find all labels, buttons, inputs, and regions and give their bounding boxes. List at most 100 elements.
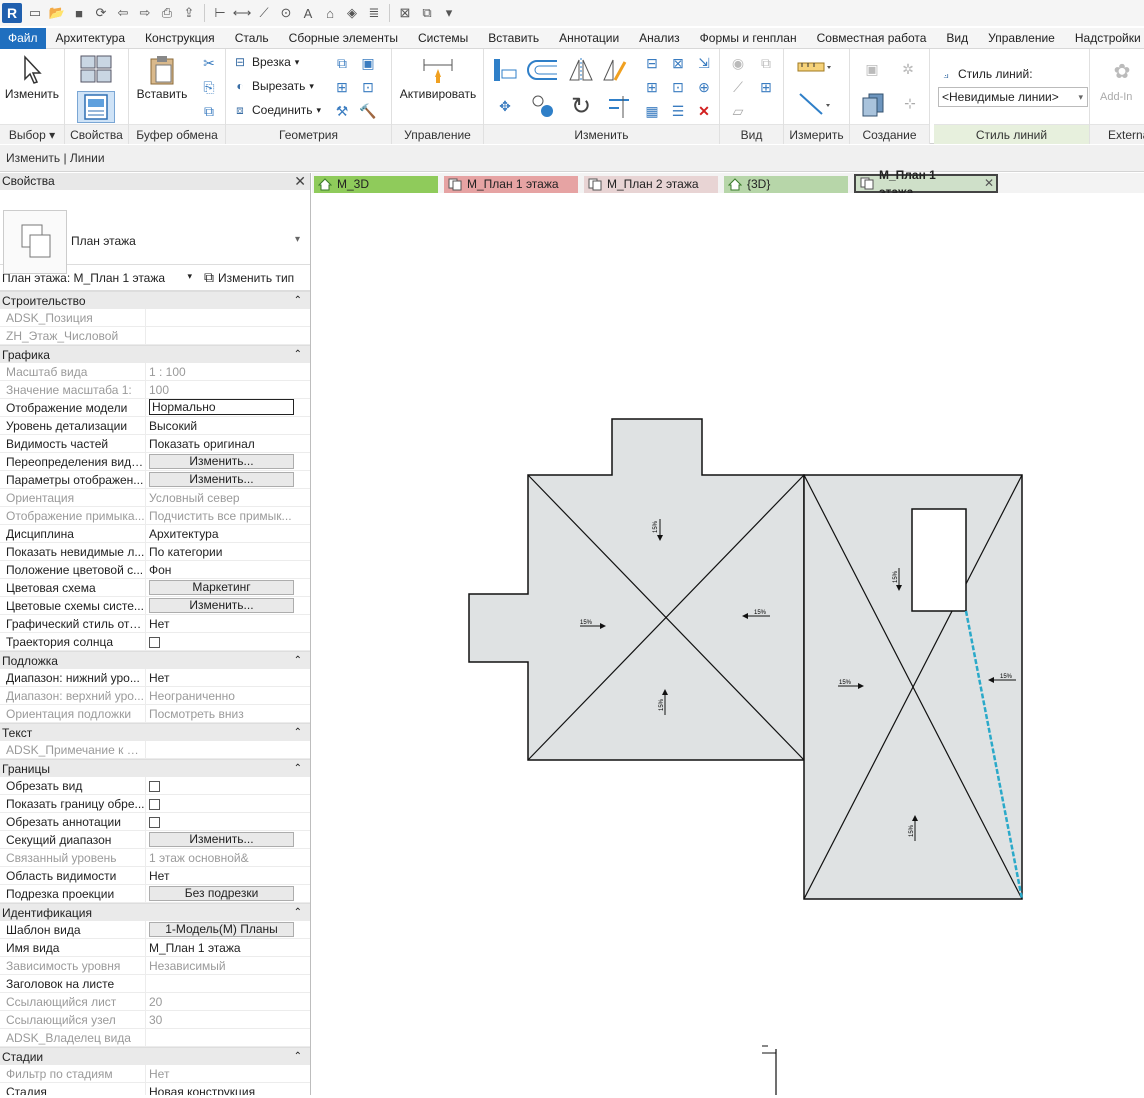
- open-icon[interactable]: ▭: [26, 4, 44, 22]
- line-style-dropdown[interactable]: <Невидимые линии> ▾: [938, 87, 1088, 107]
- property-group-header[interactable]: Строительство ⌃: [0, 291, 310, 309]
- roof-plan-drawing[interactable]: 15% 15% 15% 15% 15% 15% 15% 15%: [312, 193, 1144, 1095]
- view-tab[interactable]: {3D}: [724, 176, 848, 193]
- rotate-icon[interactable]: ↻: [566, 91, 596, 121]
- create-assembly-icon[interactable]: ▣: [858, 55, 886, 83]
- property-value[interactable]: Изменить...: [146, 831, 310, 848]
- export-icon[interactable]: ⇪: [180, 4, 198, 22]
- drawing-canvas[interactable]: 15% 15% 15% 15% 15% 15% 15% 15%: [312, 193, 1144, 1095]
- delete-icon[interactable]: ✕: [694, 101, 714, 121]
- open-icon[interactable]: 📂: [48, 4, 66, 22]
- close-icon[interactable]: ✕: [294, 173, 306, 190]
- property-value[interactable]: [146, 975, 310, 992]
- array-icon[interactable]: ⊞: [642, 77, 662, 97]
- cut-icon[interactable]: ✂: [199, 53, 219, 73]
- split-element-icon[interactable]: ⊟: [642, 53, 662, 73]
- tab-addins[interactable]: Надстройки: [1065, 28, 1144, 49]
- property-value[interactable]: Изменить...: [146, 453, 310, 470]
- unpin-icon[interactable]: ⇲: [694, 53, 714, 73]
- wall-joins-icon[interactable]: ⧉: [332, 53, 352, 73]
- move-icon[interactable]: ✥: [490, 91, 520, 121]
- property-checkbox[interactable]: [149, 799, 160, 810]
- thin-lines-icon[interactable]: ≣: [365, 4, 383, 22]
- property-value[interactable]: [146, 633, 310, 650]
- uncut-button[interactable]: ◐ Вырезать ▾: [232, 75, 314, 97]
- mirror-draw-axis-icon[interactable]: [600, 55, 630, 85]
- tab-steel[interactable]: Сталь: [225, 28, 279, 49]
- property-value[interactable]: Изменить...: [146, 597, 310, 614]
- type-properties-icon[interactable]: [75, 53, 119, 87]
- property-value[interactable]: Показать оригинал: [146, 435, 310, 452]
- collapse-icon[interactable]: ⌃: [294, 724, 302, 742]
- spot-icon[interactable]: ⊙: [277, 4, 295, 22]
- tab-file[interactable]: Файл: [0, 27, 46, 49]
- paste-button[interactable]: Вставить: [133, 53, 191, 101]
- copy-icon[interactable]: ⎘: [199, 77, 219, 97]
- override-icon[interactable]: ⧉: [756, 53, 776, 73]
- property-group-header[interactable]: Подложка ⌃: [0, 651, 310, 669]
- match-properties-icon[interactable]: ⧉: [199, 101, 219, 121]
- remove-paint-icon[interactable]: ⊡: [358, 77, 378, 97]
- property-edit-button[interactable]: Изменить...: [149, 832, 294, 847]
- tab-annotate[interactable]: Аннотации: [549, 28, 629, 49]
- tab-collaborate[interactable]: Совместная работа: [807, 28, 937, 49]
- property-value[interactable]: М_План 1 этажа: [146, 939, 310, 956]
- home-icon[interactable]: ⌂: [321, 4, 339, 22]
- bulb-icon[interactable]: ◉: [728, 53, 748, 73]
- customize-icon[interactable]: ▾: [440, 4, 458, 22]
- property-value[interactable]: [146, 795, 310, 812]
- join-button[interactable]: ⧈ Соединить ▾: [232, 99, 321, 121]
- eraser-icon[interactable]: ▱: [728, 101, 748, 121]
- property-value[interactable]: Нормально: [146, 399, 310, 416]
- view-tab[interactable]: М_План 1 этажа: [444, 176, 578, 193]
- property-edit-button[interactable]: Изменить...: [149, 454, 294, 469]
- property-edit-button[interactable]: Изменить...: [149, 472, 294, 487]
- scale-icon[interactable]: ⊡: [668, 77, 688, 97]
- switch-windows-icon[interactable]: ⧉: [418, 4, 436, 22]
- chevron-down-icon[interactable]: ▾: [295, 234, 300, 245]
- revit-logo[interactable]: R: [2, 3, 22, 23]
- property-value[interactable]: [146, 813, 310, 830]
- tab-structure[interactable]: Конструкция: [135, 28, 225, 49]
- property-value[interactable]: [146, 777, 310, 794]
- tab-massing-site[interactable]: Формы и генплан: [690, 28, 807, 49]
- property-value[interactable]: Нет: [146, 615, 310, 632]
- collapse-icon[interactable]: ⌃: [294, 652, 302, 670]
- collapse-icon[interactable]: ⌃: [294, 346, 302, 364]
- list-icon[interactable]: ☰: [668, 101, 688, 121]
- pin-icon[interactable]: ⊕: [694, 77, 714, 97]
- similar-icon[interactable]: ⊹: [896, 89, 924, 117]
- property-checkbox[interactable]: [149, 817, 160, 828]
- property-value[interactable]: Новая конструкция: [146, 1083, 310, 1095]
- tag-icon[interactable]: ⊢: [211, 4, 229, 22]
- close-hidden-icon[interactable]: ⊠: [396, 4, 414, 22]
- split-gap-icon[interactable]: ⊠: [668, 53, 688, 73]
- property-value[interactable]: Без подрезки: [146, 885, 310, 902]
- edit-type-button[interactable]: ⧉ Изменить тип: [198, 269, 294, 286]
- array-grid-icon[interactable]: ▦: [642, 101, 662, 121]
- property-edit-button[interactable]: 1-Модель(М) Планы: [149, 922, 294, 937]
- hammer-icon[interactable]: 🔨: [358, 101, 378, 121]
- property-group-header[interactable]: Текст ⌃: [0, 723, 310, 741]
- property-group-header[interactable]: Графика ⌃: [0, 345, 310, 363]
- tab-architecture[interactable]: Архитектура: [46, 28, 136, 49]
- section-icon[interactable]: ◈: [343, 4, 361, 22]
- copy-element-icon[interactable]: [528, 91, 558, 121]
- print-icon[interactable]: ⎙: [158, 4, 176, 22]
- property-edit-button[interactable]: Изменить...: [149, 598, 294, 613]
- tab-precast[interactable]: Сборные элементы: [279, 28, 408, 49]
- property-group-header[interactable]: Идентификация ⌃: [0, 903, 310, 921]
- offset-icon[interactable]: [526, 55, 562, 85]
- property-value-field[interactable]: Нормально: [149, 399, 294, 415]
- close-icon[interactable]: ✕: [984, 175, 996, 192]
- property-value[interactable]: Высокий: [146, 417, 310, 434]
- activate-button[interactable]: Активировать: [396, 53, 480, 101]
- level-marker[interactable]: [762, 1045, 777, 1095]
- paint-icon[interactable]: ▣: [358, 53, 378, 73]
- property-value[interactable]: Нет: [146, 867, 310, 884]
- text-icon[interactable]: A: [299, 4, 317, 22]
- dimension-icon[interactable]: ⟋: [255, 4, 273, 22]
- create-group-icon[interactable]: [858, 89, 888, 119]
- property-value[interactable]: Изменить...: [146, 471, 310, 488]
- property-edit-button[interactable]: Без подрезки: [149, 886, 294, 901]
